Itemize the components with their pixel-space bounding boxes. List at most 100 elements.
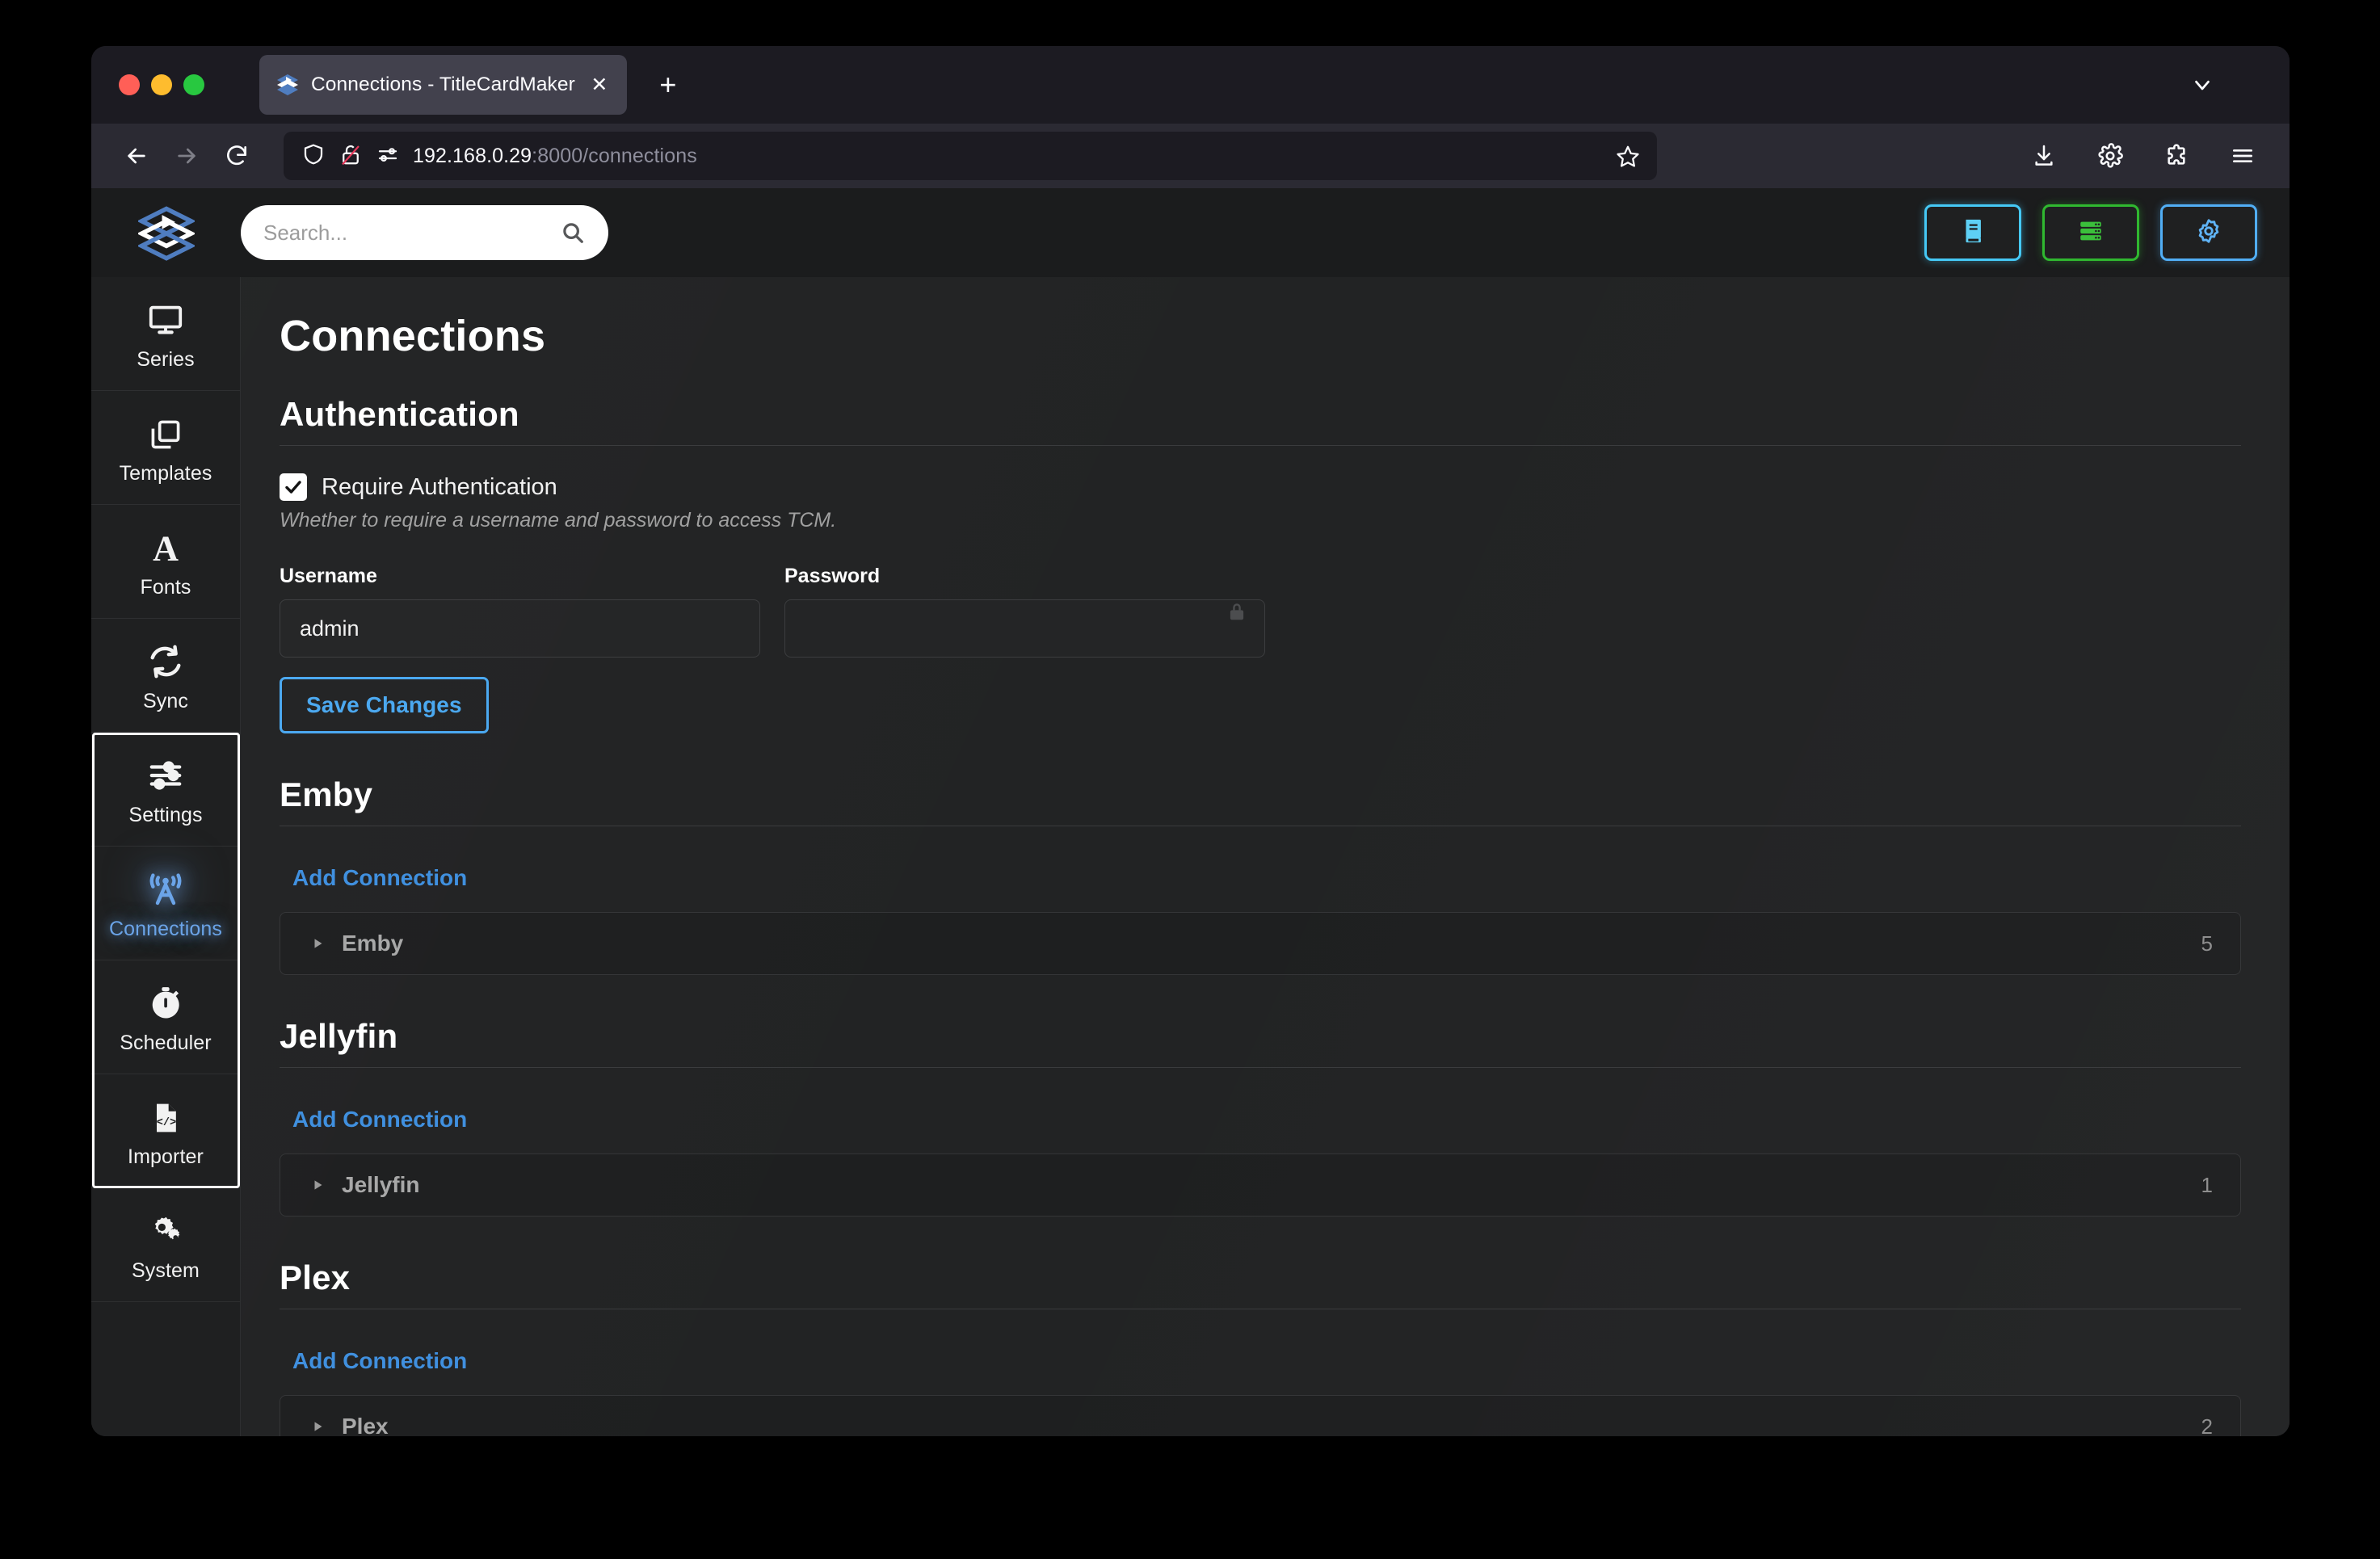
documentation-button[interactable] (1924, 204, 2021, 261)
minimize-window-button[interactable] (151, 74, 172, 95)
main-content: Connections Authentication Require Authe… (241, 277, 2290, 1436)
topbar-actions (1924, 204, 2257, 261)
font-a-icon: A (147, 524, 184, 566)
close-tab-button[interactable]: ✕ (587, 72, 612, 98)
stopwatch-icon (147, 980, 184, 1022)
reload-button[interactable] (214, 133, 259, 179)
back-button[interactable] (114, 133, 159, 179)
app-topbar (91, 188, 2290, 277)
book-icon (1959, 217, 1987, 249)
svg-text:A: A (153, 529, 179, 566)
close-window-button[interactable] (119, 74, 140, 95)
url-path: :8000/connections (532, 144, 697, 167)
copy-icon (148, 410, 183, 452)
username-field-group: Username (280, 565, 760, 658)
jellyfin-section: Jellyfin Add Connection Jellyfin 1 (280, 1017, 2241, 1217)
sidebar-item-label: System (132, 1259, 200, 1282)
shield-icon[interactable] (301, 142, 326, 170)
sidebar-item-sync[interactable]: Sync (91, 619, 240, 733)
search-input[interactable] (263, 220, 557, 246)
emby-add-connection-link[interactable]: Add Connection (292, 865, 467, 891)
save-changes-button[interactable]: Save Changes (280, 677, 489, 733)
require-authentication-checkbox[interactable] (280, 473, 307, 501)
lock-broken-icon[interactable] (338, 142, 363, 170)
emby-connection-label: Emby (342, 931, 404, 956)
caret-right-icon (313, 1178, 324, 1192)
sync-icon (147, 638, 184, 680)
sidebar-item-label: Templates (119, 461, 212, 485)
jellyfin-connection-count: 1 (2201, 1172, 2213, 1197)
plex-add-connection-link[interactable]: Add Connection (292, 1348, 467, 1374)
sidebar-item-scheduler[interactable]: Scheduler (91, 960, 240, 1074)
sidebar-item-label: Fonts (140, 575, 191, 599)
browser-tab-strip: Connections - TitleCardMaker ✕ + (91, 46, 2290, 124)
plex-connection-accordion[interactable]: Plex 2 (280, 1395, 2241, 1436)
browser-tab[interactable]: Connections - TitleCardMaker ✕ (259, 55, 627, 115)
svg-text:</>: </> (157, 1117, 176, 1129)
gear-icon[interactable] (2088, 133, 2133, 179)
broadcast-tower-icon (146, 866, 185, 908)
search-icon[interactable] (557, 216, 589, 249)
username-input[interactable] (280, 599, 760, 658)
emby-section: Emby Add Connection Emby 5 (280, 775, 2241, 975)
download-icon[interactable] (2021, 133, 2067, 179)
jellyfin-connection-accordion[interactable]: Jellyfin 1 (280, 1153, 2241, 1217)
plex-connection-count: 2 (2201, 1414, 2213, 1437)
url-bar[interactable]: 192.168.0.29:8000/connections (284, 132, 1657, 180)
menu-icon[interactable] (2220, 133, 2265, 179)
sliders-icon (147, 752, 184, 794)
sidebar-item-system[interactable]: System (91, 1188, 240, 1302)
server-icon (2077, 217, 2105, 249)
sidebar-item-label: Scheduler (120, 1031, 212, 1054)
window-controls (111, 74, 204, 95)
extensions-icon[interactable] (2154, 133, 2199, 179)
auth-fields: Username Password (280, 565, 2241, 658)
sidebar-item-importer[interactable]: </> Importer (91, 1074, 240, 1188)
sidebar-item-templates[interactable]: Templates (91, 391, 240, 505)
emby-heading: Emby (280, 775, 2241, 826)
jellyfin-add-connection-link[interactable]: Add Connection (292, 1107, 467, 1132)
titlecardmaker-logo-icon[interactable] (91, 204, 241, 261)
browser-toolbar-actions (2021, 133, 2269, 179)
gear-icon (2195, 217, 2222, 249)
sidebar: Series Templates A Fonts Sync Settings C… (91, 277, 241, 1436)
maximize-window-button[interactable] (183, 74, 204, 95)
plex-section: Plex Add Connection Plex 2 (280, 1259, 2241, 1436)
browser-window: Connections - TitleCardMaker ✕ + 192.168… (91, 46, 2290, 1436)
browser-toolbar: 192.168.0.29:8000/connections (91, 124, 2290, 188)
password-field-group: Password (784, 565, 1265, 658)
plex-connection-label: Plex (342, 1414, 389, 1436)
gears-icon (147, 1208, 184, 1250)
sidebar-item-connections[interactable]: Connections (91, 847, 240, 960)
password-label: Password (784, 565, 881, 587)
forward-button[interactable] (164, 133, 209, 179)
require-authentication-row[interactable]: Require Authentication (280, 473, 2241, 501)
jellyfin-connection-label: Jellyfin (342, 1172, 420, 1197)
sidebar-item-label: Settings (128, 803, 203, 826)
settings-button[interactable] (2160, 204, 2257, 261)
sidebar-item-series[interactable]: Series (91, 277, 240, 391)
server-status-button[interactable] (2042, 204, 2139, 261)
password-input[interactable] (784, 599, 1265, 658)
new-tab-button[interactable]: + (648, 65, 688, 105)
require-authentication-label: Require Authentication (322, 473, 557, 500)
titlecardmaker-layers-icon (275, 73, 300, 97)
require-authentication-help: Whether to require a username and passwo… (280, 509, 837, 532)
caret-right-icon (313, 1419, 324, 1434)
application-viewport: Series Templates A Fonts (91, 188, 2290, 1436)
username-label: Username (280, 565, 377, 587)
chevron-down-icon[interactable] (2186, 69, 2218, 101)
monitor-icon (147, 296, 184, 338)
app-body: Series Templates A Fonts Sync Settings C… (91, 277, 2290, 1436)
star-icon[interactable] (1610, 138, 1646, 174)
search-box[interactable] (241, 205, 608, 260)
sidebar-item-fonts[interactable]: A Fonts (91, 505, 240, 619)
browser-tab-title: Connections - TitleCardMaker (311, 74, 575, 95)
emby-connection-accordion[interactable]: Emby 5 (280, 912, 2241, 975)
authentication-heading: Authentication (280, 395, 2241, 446)
emby-connection-count: 5 (2201, 931, 2213, 956)
permissions-icon[interactable] (376, 142, 400, 170)
sidebar-item-label: Importer (128, 1145, 204, 1168)
sidebar-item-settings[interactable]: Settings (91, 733, 240, 847)
url-text[interactable]: 192.168.0.29:8000/connections (413, 145, 1597, 168)
